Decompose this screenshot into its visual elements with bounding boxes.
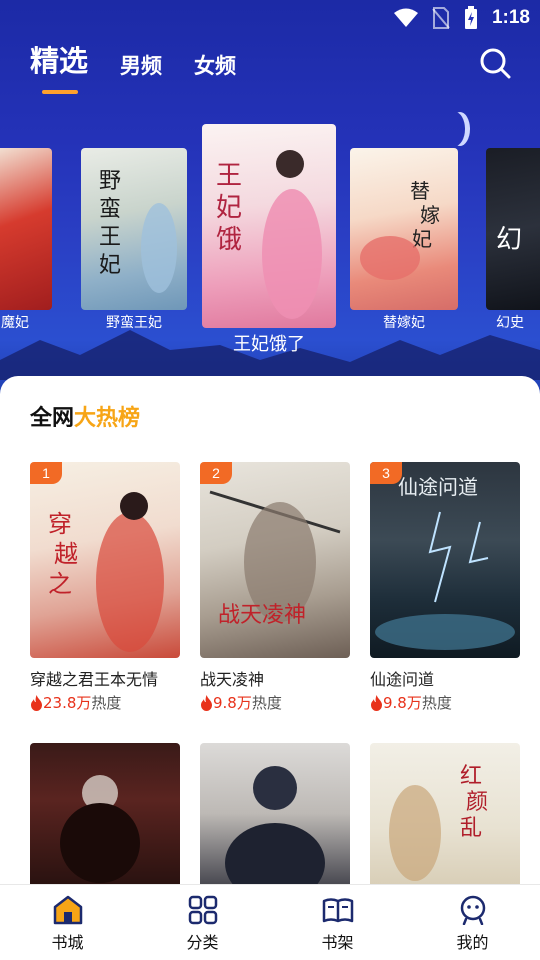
svg-text:饿: 饿 (216, 225, 242, 255)
carousel-cover-2[interactable]: 野蛮王妃 (81, 148, 187, 310)
book-cover[interactable] (200, 743, 350, 884)
carousel-cover-3[interactable]: 王妃饿 (202, 124, 336, 328)
book-heat: 23.8万 热度 (30, 692, 180, 713)
svg-text:王: 王 (216, 161, 242, 191)
wifi-icon (393, 8, 418, 27)
tab-male[interactable]: 男频 (120, 50, 162, 80)
status-bar: 1:18 (0, 0, 540, 36)
book-card-4[interactable] (30, 743, 180, 884)
book-card-2[interactable]: 战天凌神 2 战天凌神 9.8万 热度 (200, 462, 350, 713)
svg-text:嫁: 嫁 (420, 203, 440, 227)
book-card-5[interactable] (200, 743, 350, 884)
book-title: 战天凌神 (200, 670, 265, 689)
nav-category[interactable]: 分类 (135, 885, 270, 960)
carousel-cover-1[interactable] (0, 148, 52, 310)
carousel-title-5: 幻史 (496, 315, 524, 331)
carousel-title-1: 魔妃 (1, 315, 29, 331)
svg-text:王: 王 (99, 225, 121, 250)
content-sheet: 全网大热榜 穿越之 1 穿越之君王本无情 23.8万 热度 战天凌神 2 战天凌… (0, 376, 540, 896)
book-icon (322, 898, 353, 923)
book-title: 仙途问道 (370, 670, 435, 689)
home-icon (53, 895, 82, 925)
section-title-highlight: 大热榜 (74, 406, 141, 431)
book-cover[interactable]: 穿越之 1 (30, 462, 180, 658)
book-cover[interactable]: 战天凌神 2 (200, 462, 350, 658)
heat-label: 热度 (251, 694, 282, 712)
book-card-3[interactable]: 仙途问道 3 仙途问道 9.8万 热度 (370, 462, 520, 713)
book-heat: 9.8万 热度 (370, 692, 520, 713)
svg-text:替: 替 (410, 179, 430, 203)
svg-text:野: 野 (99, 169, 121, 194)
heat-label: 热度 (421, 694, 452, 712)
nav-profile[interactable]: 我的 (405, 885, 540, 960)
nav-label: 分类 (186, 933, 219, 952)
fire-icon (201, 694, 212, 711)
svg-text:颜: 颜 (466, 790, 488, 815)
nav-bookstore[interactable]: 书城 (0, 885, 135, 960)
svg-text:幻: 幻 (496, 225, 522, 255)
svg-text:之: 之 (48, 570, 72, 598)
carousel-cover-5[interactable]: 幻 (486, 148, 540, 310)
heat-number: 9.8万 (383, 694, 422, 712)
heat-label: 热度 (91, 694, 122, 712)
book-cover[interactable]: 红颜乱 (370, 743, 520, 884)
status-time: 1:18 (491, 7, 530, 28)
featured-carousel: 魔妃 野蛮王妃 野蛮王妃 王妃饿 王妃饿了 替嫁妃 替嫁妃 幻 幻史 (0, 124, 540, 364)
search-icon[interactable] (478, 46, 512, 80)
book-card-6[interactable]: 红颜乱 (370, 743, 520, 884)
battery-charging-icon (464, 6, 477, 29)
grid-icon (188, 895, 217, 925)
svg-text:红: 红 (460, 764, 482, 789)
book-cover[interactable] (30, 743, 180, 884)
no-sim-icon (432, 7, 450, 29)
heat-number: 23.8万 (43, 694, 92, 712)
carousel-title-3: 王妃饿了 (233, 334, 305, 355)
book-heat: 9.8万 热度 (200, 692, 350, 713)
svg-text:仙途问道: 仙途问道 (398, 475, 478, 499)
book-title: 穿越之君王本无情 (30, 670, 159, 689)
rank-badge: 1 (30, 462, 62, 484)
rank-badge: 3 (370, 462, 402, 484)
user-icon (460, 895, 485, 925)
svg-text:越: 越 (54, 540, 78, 568)
book-cover[interactable]: 仙途问道 3 (370, 462, 520, 658)
tab-female[interactable]: 女频 (194, 50, 236, 80)
heat-number: 9.8万 (213, 694, 252, 712)
svg-text:乱: 乱 (460, 816, 482, 841)
fire-icon (31, 694, 42, 711)
nav-label: 书城 (51, 933, 84, 952)
svg-text:穿: 穿 (48, 510, 72, 538)
nav-label: 书架 (321, 933, 354, 952)
book-card-1[interactable]: 穿越之 1 穿越之君王本无情 23.8万 热度 (30, 462, 180, 713)
svg-text:战天凌神: 战天凌神 (218, 603, 306, 628)
nav-label: 我的 (456, 933, 489, 952)
carousel-cover-4[interactable]: 替嫁妃 (350, 148, 458, 310)
bottom-nav: 书城 分类 书架 我的 (0, 884, 540, 960)
top-tabs: 精选 男频 女频 (30, 38, 236, 94)
fire-icon (371, 694, 382, 711)
nav-bookshelf[interactable]: 书架 (270, 885, 405, 960)
carousel-title-2: 野蛮王妃 (106, 315, 162, 331)
tab-featured[interactable]: 精选 (30, 38, 88, 94)
rank-badge: 2 (200, 462, 232, 484)
svg-text:妃: 妃 (216, 193, 242, 223)
carousel-title-4: 替嫁妃 (383, 315, 425, 331)
section-title-prefix: 全网 (30, 406, 75, 431)
svg-text:蛮: 蛮 (99, 197, 121, 222)
section-title: 全网大热榜 (30, 400, 140, 432)
svg-text:妃: 妃 (99, 253, 121, 278)
